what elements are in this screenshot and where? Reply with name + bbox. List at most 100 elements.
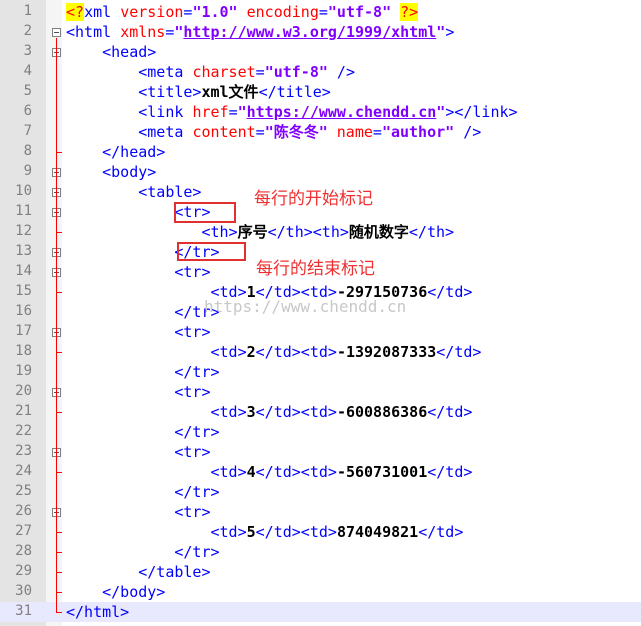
code-line[interactable]: 29 </table> [0, 562, 641, 582]
code-text[interactable]: <tr> [66, 263, 211, 281]
code-line[interactable]: 19 </tr> [0, 362, 641, 382]
code-token: "utf-8" [264, 63, 328, 81]
code-line[interactable]: 20 <tr> [0, 382, 641, 402]
code-line[interactable]: 8 </head> [0, 142, 641, 162]
code-line[interactable]: 21 <td>3</td><td>-600886386</td> [0, 402, 641, 422]
line-number: 4 [23, 63, 32, 79]
line-number: 28 [15, 543, 32, 559]
code-line[interactable]: 22 </tr> [0, 422, 641, 442]
code-text[interactable]: <link href="https://www.chendd.cn"></lin… [66, 103, 518, 121]
code-token: version [120, 3, 184, 21]
fold-end-tick [56, 292, 62, 293]
code-line[interactable]: 31 </html> [0, 602, 641, 622]
code-token: charset [192, 63, 256, 81]
code-token: <tr> [66, 263, 211, 281]
code-text[interactable]: <tr> [66, 383, 210, 401]
code-line[interactable]: 3 <head> [0, 42, 641, 62]
code-text[interactable]: <meta charset="utf-8" /> [66, 63, 355, 81]
code-token: <meta [66, 63, 193, 81]
line-number: 27 [15, 523, 32, 539]
code-line[interactable]: 1 <?xml version="1.0" encoding="utf-8" ?> [0, 2, 641, 22]
code-text[interactable]: </head> [66, 143, 165, 161]
code-text[interactable]: <?xml version="1.0" encoding="utf-8" ?> [66, 3, 419, 21]
row-end-annotation: 每行的结束标记 [256, 259, 375, 279]
line-number: 25 [15, 483, 32, 499]
code-token: </td> [427, 463, 473, 481]
code-token: -600886386 [336, 403, 428, 421]
code-text[interactable]: <td>4</td><td>-560731001</td> [66, 463, 472, 481]
code-text[interactable]: <meta content="陈冬冬" name="author" /> [66, 123, 481, 141]
line-number: 22 [15, 423, 32, 439]
code-text[interactable]: <table> [66, 183, 201, 201]
code-line[interactable]: 12 <th>序号</th><th>随机数字</th> [0, 222, 641, 242]
code-line[interactable]: 18 <td>2</td><td>-1392087333</td> [0, 342, 641, 362]
code-text[interactable]: <html xmlns="http://www.w3.org/1999/xhtm… [66, 23, 454, 41]
code-token: <td> [66, 343, 247, 361]
code-line[interactable]: 28 </tr> [0, 542, 641, 562]
code-line[interactable]: 26 <tr> [0, 502, 641, 522]
code-token: <meta [66, 123, 193, 141]
code-text[interactable]: </table> [66, 563, 210, 581]
code-text[interactable]: </tr> [66, 423, 220, 441]
code-token: <table> [66, 183, 202, 201]
code-text[interactable]: <body> [66, 163, 156, 181]
line-number: 16 [15, 303, 32, 319]
code-text[interactable]: <head> [66, 43, 156, 61]
line-number: 31 [15, 603, 32, 619]
code-token: </td><td> [255, 523, 337, 541]
code-token: xml文件 [201, 83, 259, 101]
code-text[interactable]: </tr> [66, 363, 219, 381]
code-text[interactable]: <td>2</td><td>-1392087333</td> [66, 343, 481, 361]
fold-end-tick [56, 412, 62, 413]
line-number: 11 [15, 203, 32, 219]
code-token: encoding [246, 3, 319, 21]
code-token: </head> [66, 143, 166, 161]
code-token: </td><td> [255, 403, 337, 421]
code-text[interactable]: <td>5</td><td>874049821</td> [66, 523, 463, 541]
code-token: 3 [246, 403, 256, 421]
code-text[interactable]: <tr> [66, 503, 211, 521]
code-token: /> [327, 63, 355, 81]
fold-end-tick [56, 532, 62, 533]
code-line[interactable]: 27 <td>5</td><td>874049821</td> [0, 522, 641, 542]
code-text[interactable]: </html> [66, 603, 129, 621]
code-line[interactable]: 9 <body> [0, 162, 641, 182]
code-text[interactable]: <title>xml文件</title> [66, 83, 331, 101]
code-token: </td><td> [255, 343, 337, 361]
fold-end-tick [56, 552, 62, 553]
code-text[interactable]: </tr> [66, 303, 219, 321]
code-line[interactable]: 23 <tr> [0, 442, 641, 462]
code-token: 5 [246, 523, 256, 541]
code-token: = [255, 63, 265, 81]
code-text[interactable]: </body> [66, 583, 165, 601]
code-line[interactable]: 30 </body> [0, 582, 641, 602]
code-text[interactable]: <tr> [66, 323, 210, 341]
code-line[interactable]: 7 <meta content="陈冬冬" name="author" /> [0, 122, 641, 142]
code-line[interactable]: 5 <title>xml文件</title> [0, 82, 641, 102]
code-text[interactable]: <td>3</td><td>-600886386</td> [66, 403, 472, 421]
code-token: ?> [400, 3, 419, 21]
code-token: <tr> [66, 503, 211, 521]
code-line[interactable]: 17 <tr> [0, 322, 641, 342]
line-number: 3 [23, 43, 32, 59]
code-text[interactable]: </tr> [66, 483, 219, 501]
code-line[interactable]: 6 <link href="https://www.chendd.cn"></l… [0, 102, 641, 122]
code-text[interactable]: <th>序号</th><th>随机数字</th> [66, 223, 454, 241]
line-number: 26 [15, 503, 32, 519]
line-number: 17 [15, 323, 32, 339]
fold-end-tick [56, 232, 62, 233]
code-line[interactable]: 4 <meta charset="utf-8" /> [0, 62, 641, 82]
code-line[interactable]: 25 </tr> [0, 482, 641, 502]
fold-toggle-icon[interactable] [52, 28, 61, 37]
code-token: </th><th> [267, 223, 349, 241]
code-text[interactable]: <tr> [66, 443, 210, 461]
code-line[interactable]: 24 <td>4</td><td>-560731001</td> [0, 462, 641, 482]
code-token: </tr> [66, 423, 220, 441]
code-token: </td> [427, 403, 473, 421]
code-text[interactable]: </tr> [66, 543, 219, 561]
row-start-annotation: 每行的开始标记 [254, 189, 373, 209]
code-line[interactable]: 2 <html xmlns="http://www.w3.org/1999/xht… [0, 22, 641, 42]
code-token: ></link> [445, 103, 518, 121]
